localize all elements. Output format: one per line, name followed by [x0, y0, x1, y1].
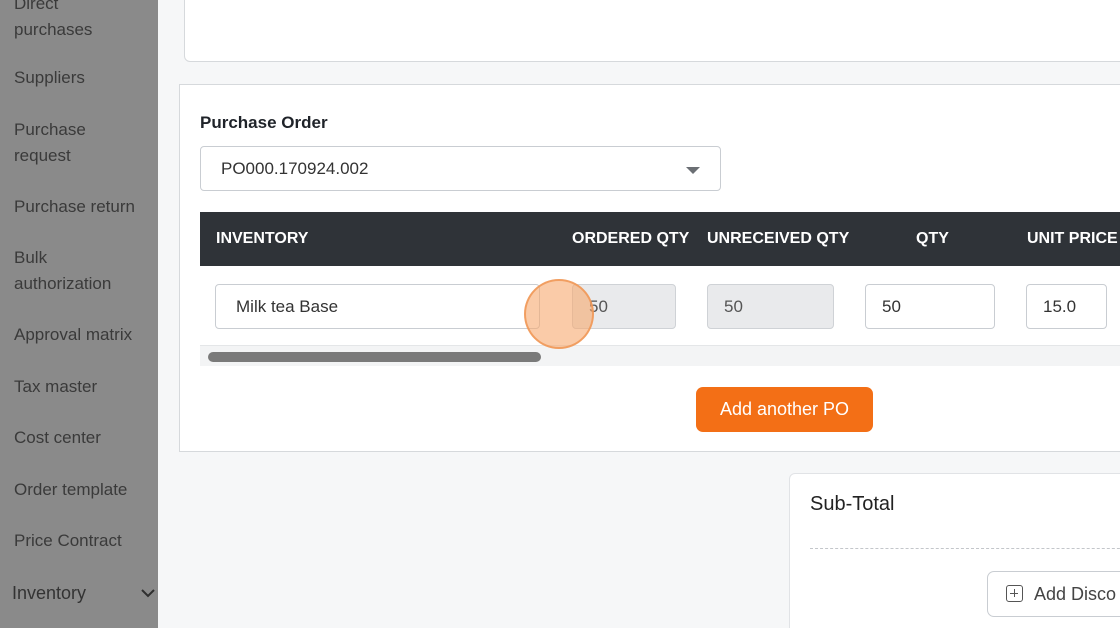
- sidebar-item-label: Purchase: [14, 120, 86, 139]
- sidebar-item-tax-master[interactable]: Tax master: [14, 374, 154, 400]
- chevron-down-icon[interactable]: [140, 585, 156, 601]
- divider: [810, 548, 1120, 549]
- column-header-unit-price: UNIT PRICE: [1027, 230, 1118, 247]
- sidebar-item-bulk-authorization[interactable]: Bulk authorization: [14, 245, 154, 297]
- unit-price-field[interactable]: 15.0: [1026, 284, 1107, 329]
- purchase-order-card: Purchase Order PO000.170924.002 INVENTOR…: [179, 84, 1120, 452]
- purchase-order-selected-value: PO000.170924.002: [221, 159, 369, 178]
- column-header-inventory: INVENTORY: [216, 230, 309, 247]
- sidebar-item-label: authorization: [14, 274, 112, 293]
- qty-field[interactable]: 50: [865, 284, 995, 329]
- table-row: Milk tea Base 50 50 50 15.0: [200, 266, 1120, 346]
- inventory-field[interactable]: Milk tea Base: [215, 284, 540, 329]
- sidebar-item-suppliers[interactable]: Suppliers: [14, 65, 154, 91]
- sidebar-item-purchase-request[interactable]: Purchase request: [14, 117, 154, 169]
- sidebar-item-price-contract[interactable]: Price Contract: [14, 528, 154, 554]
- add-discount-label: Add Disco: [1034, 584, 1117, 604]
- sidebar-item-order-template[interactable]: Order template: [14, 477, 154, 503]
- column-header-qty: QTY: [916, 230, 949, 247]
- plus-square-icon: [1006, 585, 1023, 602]
- sidebar-item-inventory[interactable]: Inventory: [12, 580, 152, 606]
- sidebar-item-label: request: [14, 146, 71, 165]
- sidebar: Direct purchases Suppliers Purchase requ…: [0, 0, 158, 628]
- scrollbar-thumb[interactable]: [208, 352, 541, 362]
- add-another-po-button[interactable]: Add another PO: [696, 387, 873, 432]
- sidebar-item-purchase-return[interactable]: Purchase return: [14, 194, 154, 220]
- sidebar-item-label: purchases: [14, 20, 93, 39]
- top-card: [184, 0, 1120, 62]
- sidebar-item-label: Bulk: [14, 248, 48, 267]
- add-discount-button[interactable]: Add Disco: [987, 571, 1120, 617]
- purchase-order-select[interactable]: PO000.170924.002: [200, 146, 721, 191]
- dropdown-caret-icon: [686, 167, 700, 174]
- unreceived-qty-field: 50: [707, 284, 834, 329]
- column-header-unreceived-qty: UNRECEIVED QTY: [707, 230, 850, 247]
- sidebar-item-label: Direct: [14, 0, 59, 13]
- subtotal-label: Sub-Total: [810, 493, 895, 515]
- cursor-highlight: [524, 279, 594, 349]
- purchase-order-label: Purchase Order: [200, 113, 328, 132]
- main-content: Purchase Order PO000.170924.002 INVENTOR…: [158, 0, 1120, 628]
- sidebar-item-cost-center[interactable]: Cost center: [14, 425, 154, 451]
- table-header: INVENTORY ORDERED QTY UNRECEIVED QTY QTY…: [200, 212, 1120, 266]
- po-items-table: INVENTORY ORDERED QTY UNRECEIVED QTY QTY…: [200, 212, 1120, 366]
- column-header-ordered-qty: ORDERED QTY: [572, 230, 690, 247]
- sidebar-item-direct-purchases[interactable]: Direct purchases: [14, 0, 154, 43]
- subtotal-card: Sub-Total Add Disco: [789, 473, 1120, 628]
- sidebar-item-approval-matrix[interactable]: Approval matrix: [14, 322, 154, 348]
- horizontal-scrollbar[interactable]: [200, 346, 1120, 366]
